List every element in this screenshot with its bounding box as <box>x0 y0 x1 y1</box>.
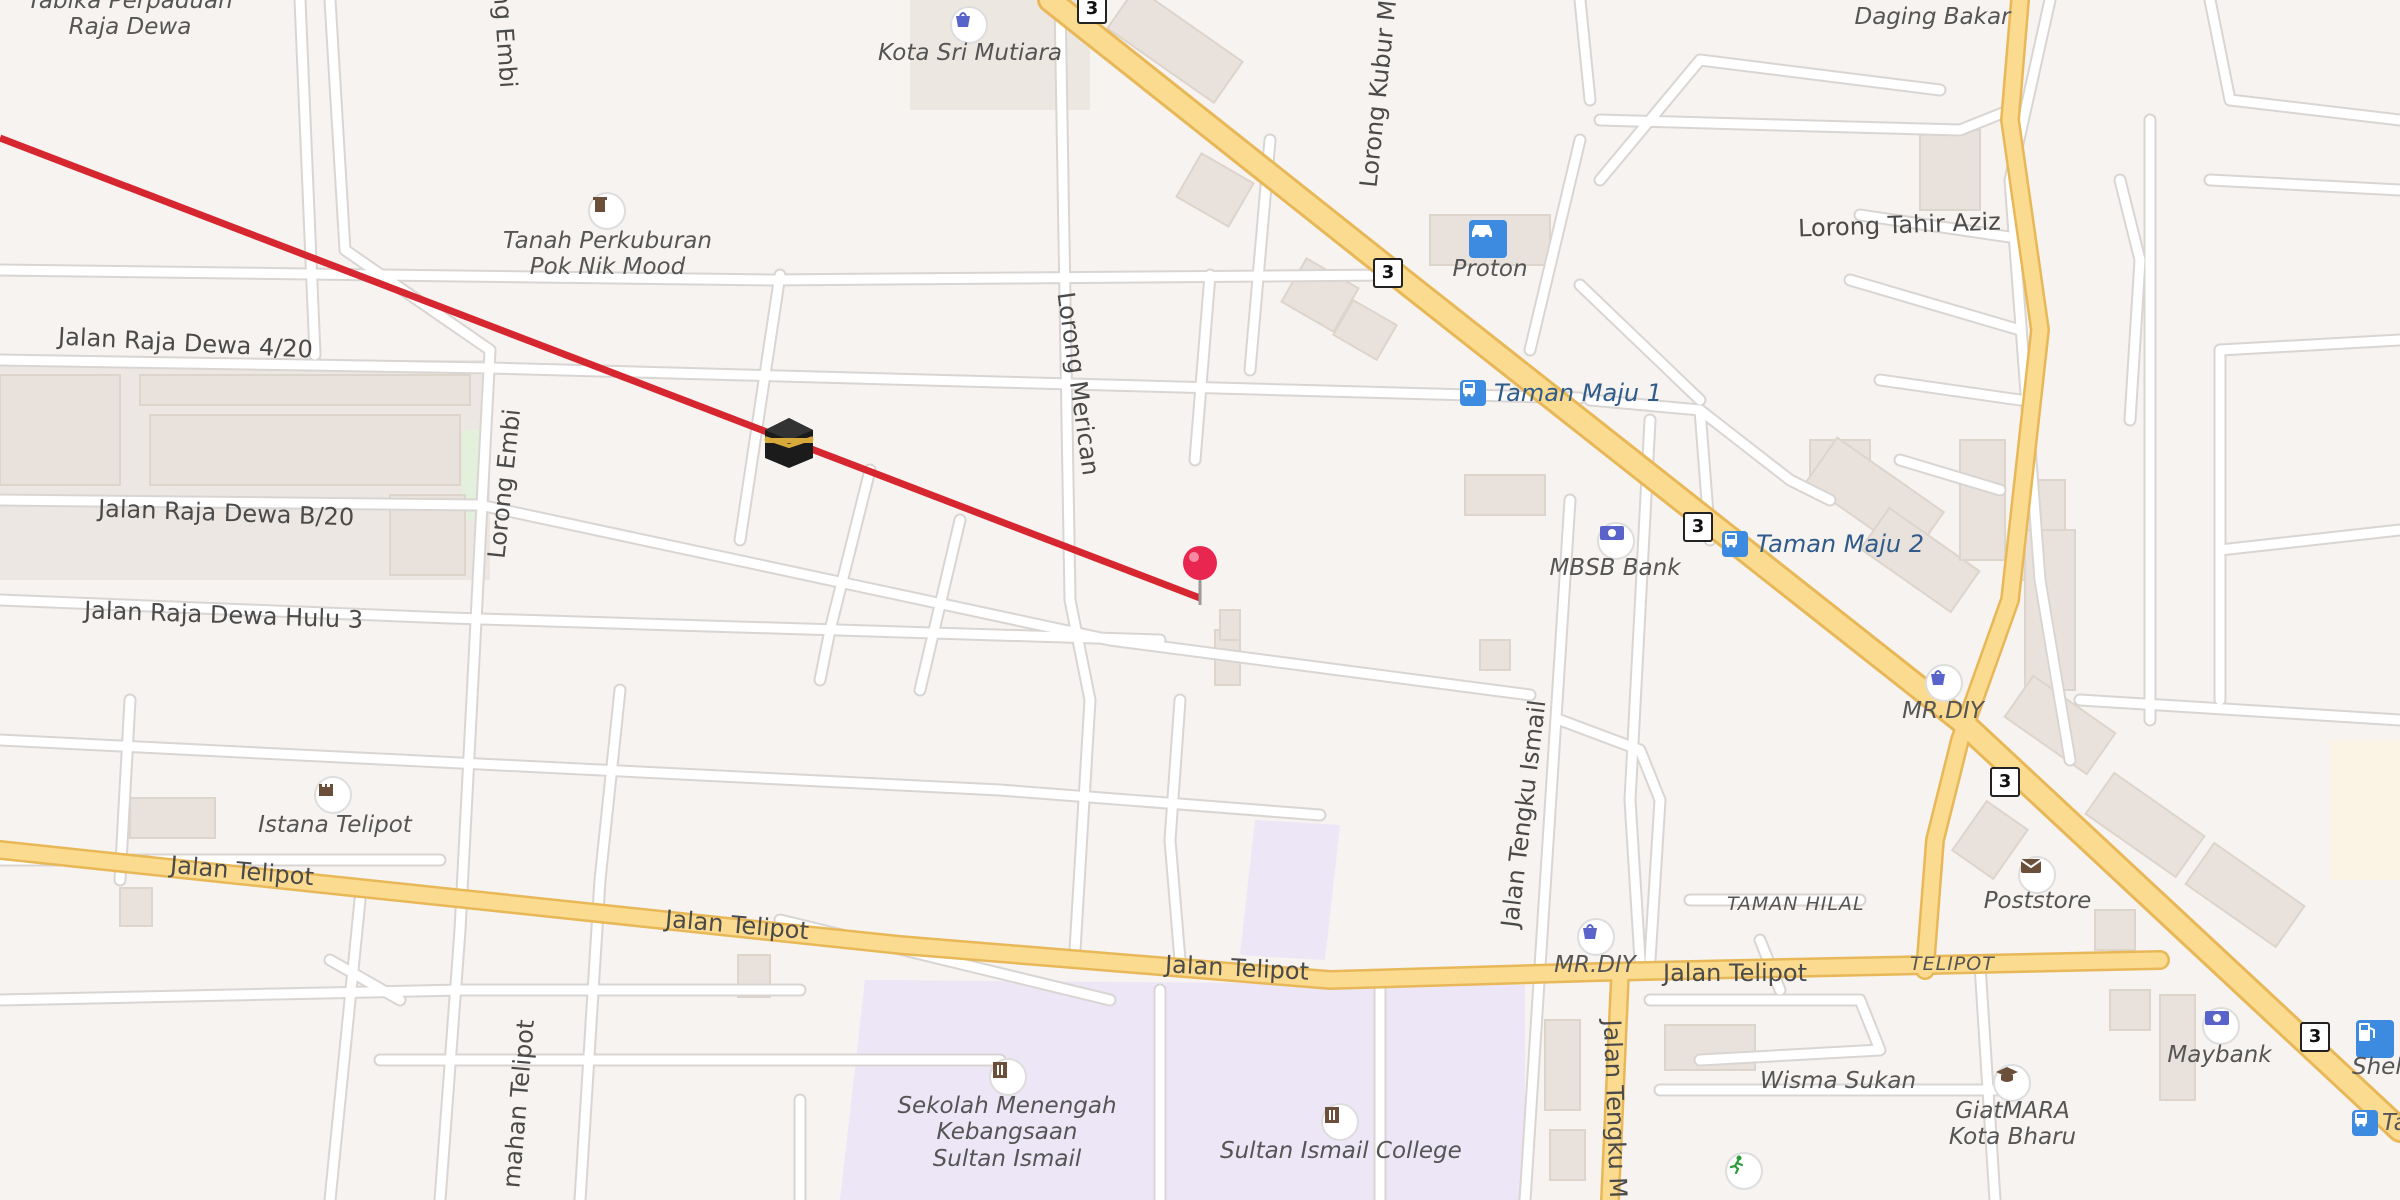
poi-label: Ta <box>2382 1110 2400 1136</box>
route-shield: 3 <box>1990 767 2020 797</box>
route-shield: 3 <box>1373 258 1403 288</box>
bus-stop-icon[interactable] <box>2352 1110 2378 1136</box>
bus-stop-label: Taman Maju 1 <box>1494 379 1662 407</box>
poi-label: Kota Sri Mutiara <box>878 40 1062 66</box>
poi-label: Istana Telipot <box>258 812 412 838</box>
poi-label: Tanah Perkuburan Pok Nik Mood <box>503 228 712 281</box>
route-shield: 3 <box>1077 0 1107 24</box>
poi-label: MR.DIY <box>1902 698 1984 724</box>
education-icon[interactable] <box>1993 1064 2031 1102</box>
fuel-icon[interactable] <box>2356 1020 2394 1058</box>
poi-label: Maybank <box>2167 1042 2272 1068</box>
location-pin-icon[interactable] <box>1180 543 1220 609</box>
area-label: TAMAN HILAL <box>1727 893 1865 915</box>
poi-label: Sultan Ismail College <box>1220 1138 1462 1164</box>
street-label: Jalan Tengku M <box>1597 1019 1633 1199</box>
area-label: TELIPOT <box>1910 953 1995 975</box>
poi-label: MBSB Bank <box>1549 555 1681 581</box>
shopping-bag-icon[interactable] <box>1925 664 1963 702</box>
route-shield: 3 <box>2300 1022 2330 1052</box>
bus-stop-label: Taman Maju 2 <box>1756 530 1924 558</box>
car-dealer-icon[interactable] <box>1469 220 1507 258</box>
poi-label: GiatMARA Kota Bharu <box>1948 1098 2077 1151</box>
street-label: ng Embi <box>487 0 523 89</box>
school-icon[interactable] <box>989 1058 1027 1096</box>
poi-label: Tabika Perpaduan Raja Dewa <box>27 0 233 41</box>
poi-label: Sekolah Menengah Kebangsaan Sultan Ismai… <box>897 1093 1117 1172</box>
poi-label: MR.DIY <box>1554 952 1636 978</box>
street-label: Jalan Telipot <box>1663 959 1808 987</box>
poi-label: Poststore <box>1983 888 2092 914</box>
bus-stop-icon[interactable] <box>1460 380 1486 406</box>
landuse-area <box>2330 740 2400 880</box>
route-shield: 3 <box>1683 512 1713 542</box>
poi-label: Shell <box>2352 1054 2400 1080</box>
poi-label: Daging Bakar <box>1854 4 2011 30</box>
school-icon[interactable] <box>1321 1103 1359 1141</box>
shopping-bag-icon[interactable] <box>1577 918 1615 956</box>
poi-label: Proton <box>1452 256 1528 282</box>
cemetery-icon[interactable] <box>588 192 626 230</box>
school-area <box>1240 820 1340 960</box>
kaaba-icon[interactable] <box>762 416 816 470</box>
map-canvas[interactable]: 3 3 3 3 3 Jalan Raja Dewa 4/20 Jalan Raj… <box>0 0 2400 1200</box>
bank-icon[interactable] <box>2202 1007 2240 1045</box>
poi-label: Wisma Sukan <box>1760 1068 1917 1094</box>
castle-icon[interactable] <box>314 776 352 814</box>
shopping-bag-icon[interactable] <box>950 6 988 44</box>
sports-icon[interactable] <box>1725 1152 1763 1190</box>
bus-stop-icon[interactable] <box>1722 531 1748 557</box>
